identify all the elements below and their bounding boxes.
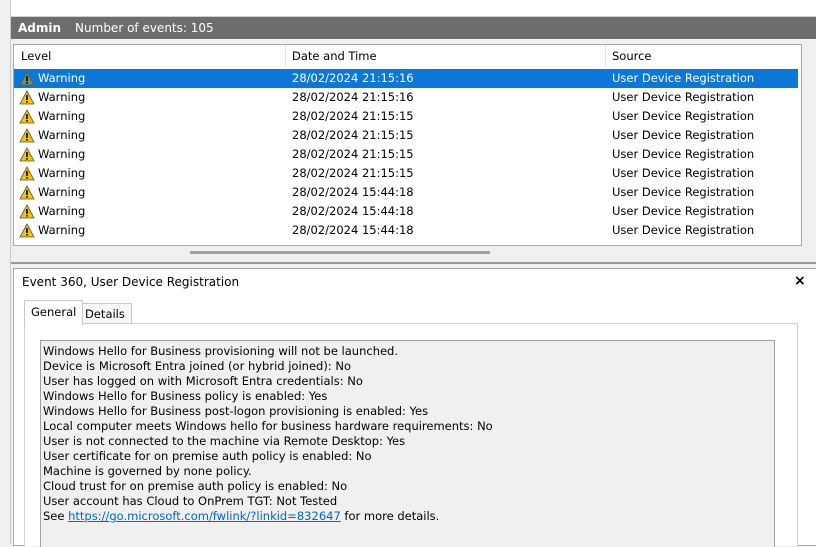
- column-header-source[interactable]: Source: [606, 45, 801, 67]
- tab-details[interactable]: Details: [78, 303, 132, 324]
- message-line: Cloud trust for on premise auth policy i…: [43, 479, 348, 493]
- message-line: Machine is governed by none policy.: [43, 464, 252, 478]
- message-line: User is not connected to the machine via…: [43, 434, 406, 448]
- event-level: Warning: [38, 71, 86, 85]
- log-name: Admin: [18, 21, 62, 35]
- warning-icon: [19, 223, 35, 238]
- tab-general[interactable]: General: [24, 300, 84, 325]
- table-row[interactable]: Warning 28/02/2024 21:15:15 User Device Re…: [14, 107, 798, 126]
- event-date: 28/02/2024 15:44:18: [292, 223, 414, 237]
- event-source: User Device Registration: [612, 147, 755, 161]
- close-icon[interactable]: ×: [794, 273, 806, 289]
- event-date: 28/02/2024 21:15:15: [292, 109, 414, 123]
- left-pane-edge: [0, 0, 11, 544]
- event-level: Warning: [38, 90, 86, 104]
- event-source: User Device Registration: [612, 204, 755, 218]
- column-header-level[interactable]: Level: [15, 45, 286, 67]
- general-tab-content: Windows Hello for Business provisioning …: [24, 323, 798, 547]
- warning-icon: [19, 147, 35, 162]
- event-level: Warning: [38, 204, 86, 218]
- event-level: Warning: [38, 128, 86, 142]
- warning-icon: [19, 185, 35, 200]
- warning-icon: [19, 109, 35, 124]
- detail-title: Event 360, User Device Registration: [22, 275, 240, 289]
- table-row[interactable]: Warning 28/02/2024 15:44:18 User Device Re…: [14, 202, 798, 221]
- warning-icon: [19, 128, 35, 143]
- event-source: User Device Registration: [612, 166, 755, 180]
- event-level: Warning: [38, 109, 86, 123]
- event-level: Warning: [38, 166, 86, 180]
- horizontal-scrollbar-thumb[interactable]: [190, 251, 490, 254]
- message-line: Windows Hello for Business policy is ena…: [43, 389, 328, 403]
- help-link[interactable]: https://go.microsoft.com/fwlink/?linkid=…: [68, 509, 341, 523]
- message-line: Windows Hello for Business post-logon pr…: [43, 404, 429, 418]
- event-date: 28/02/2024 21:15:15: [292, 128, 414, 142]
- message-line: Device is Microsoft Entra joined (or hyb…: [43, 359, 351, 373]
- table-row[interactable]: Warning 28/02/2024 21:15:15 User Device Re…: [14, 126, 798, 145]
- event-source: User Device Registration: [612, 71, 755, 85]
- column-header-date[interactable]: Date and Time: [286, 45, 606, 67]
- message-line: User has logged on with Microsoft Entra …: [43, 374, 363, 388]
- pane-splitter[interactable]: [11, 262, 816, 264]
- vertical-scrollbar[interactable]: [801, 45, 802, 245]
- table-row[interactable]: Warning 28/02/2024 21:15:15 User Device Re…: [14, 145, 798, 164]
- warning-icon: [19, 71, 35, 86]
- event-date: 28/02/2024 21:15:16: [292, 90, 414, 104]
- event-date: 28/02/2024 15:44:18: [292, 204, 414, 218]
- message-line: User account has Cloud to OnPrem TGT: No…: [43, 494, 338, 508]
- top-toolbar-area: [11, 0, 816, 17]
- table-row[interactable]: Warning 28/02/2024 21:15:16 User Device Re…: [14, 69, 798, 88]
- event-level: Warning: [38, 223, 86, 237]
- see-prefix: See: [43, 509, 69, 523]
- event-count: Number of events: 105: [75, 21, 214, 35]
- message-line: User certificate for on premise auth pol…: [43, 449, 372, 463]
- event-source: User Device Registration: [612, 90, 755, 104]
- message-line: Local computer meets Windows hello for b…: [43, 419, 493, 433]
- event-source: User Device Registration: [612, 223, 755, 237]
- more-details-line: See https://go.microsoft.com/fwlink/?lin…: [43, 509, 439, 524]
- event-date: 28/02/2024 21:15:16: [292, 71, 414, 85]
- event-list[interactable]: Level Date and Time Source Warning 28/02/…: [13, 44, 802, 246]
- warning-icon: [19, 90, 35, 105]
- table-row[interactable]: Warning 28/02/2024 21:15:16 User Device Re…: [14, 88, 798, 107]
- event-level: Warning: [38, 147, 86, 161]
- event-level: Warning: [38, 185, 86, 199]
- table-row[interactable]: Warning 28/02/2024 15:44:18 User Device Re…: [14, 183, 798, 202]
- event-source: User Device Registration: [612, 128, 755, 142]
- event-detail-pane: Event 360, User Device Registration × Ge…: [13, 268, 816, 547]
- message-line: Windows Hello for Business provisioning …: [43, 344, 399, 358]
- table-row[interactable]: Warning 28/02/2024 21:15:15 User Device Re…: [14, 164, 798, 183]
- event-source: User Device Registration: [612, 185, 755, 199]
- table-row[interactable]: Warning 28/02/2024 15:44:18 User Device Re…: [14, 221, 798, 240]
- log-title-bar: Admin Number of events: 105: [11, 17, 816, 39]
- warning-icon: [19, 166, 35, 181]
- event-date: 28/02/2024 15:44:18: [292, 185, 414, 199]
- warning-icon: [19, 204, 35, 219]
- event-date: 28/02/2024 21:15:15: [292, 166, 414, 180]
- event-date: 28/02/2024 21:15:15: [292, 147, 414, 161]
- event-rows: Warning 28/02/2024 21:15:16 User Device Re…: [14, 69, 798, 240]
- event-source: User Device Registration: [612, 109, 755, 123]
- list-header: Level Date and Time Source: [14, 45, 801, 67]
- event-message-box[interactable]: Windows Hello for Business provisioning …: [40, 340, 775, 547]
- see-suffix: for more details.: [340, 509, 440, 523]
